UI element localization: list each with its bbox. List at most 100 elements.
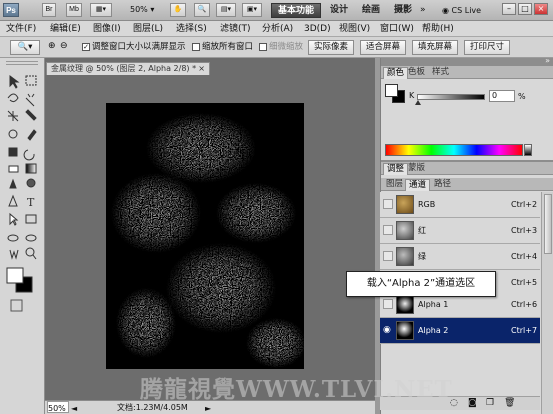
k-value-input[interactable]: 0 [489, 90, 515, 102]
k-value-unit: % [518, 92, 526, 101]
workspace-painting[interactable]: 绘画 [358, 3, 384, 18]
visibility-toggle-icon[interactable] [383, 225, 393, 235]
visibility-toggle-icon[interactable] [383, 251, 393, 261]
hand-tool-icon [9, 249, 19, 260]
channel-shortcut: Ctrl+4 [511, 252, 538, 261]
zoom-level-value: 50% [130, 5, 148, 14]
bridge-button[interactable]: Br [42, 3, 56, 17]
menu-help[interactable]: 帮助(H) [422, 23, 454, 35]
eyedropper-tool-icon [25, 109, 37, 121]
menu-analysis[interactable]: 分析(A) [262, 23, 293, 35]
path-selection-tool-icon [9, 212, 19, 226]
document-tab[interactable]: 金属纹理 @ 50% (图层 2, Alpha 2/8) * × [46, 62, 210, 75]
arrange-documents-button[interactable]: ▤▾ [216, 3, 236, 17]
channel-shortcut: Ctrl+7 [511, 326, 538, 335]
tab-layers[interactable]: 图层 [383, 179, 406, 191]
mini-bridge-button[interactable]: Mb [66, 3, 82, 17]
workspace-design[interactable]: 设计 [326, 3, 352, 18]
workspace-more-icon[interactable]: » [420, 5, 426, 15]
channels-scrollbar[interactable] [541, 192, 553, 414]
menu-edit[interactable]: 编辑(E) [50, 23, 81, 35]
zoom-in-mode-icon[interactable]: ⊕ [48, 41, 56, 51]
collapse-panels-icon[interactable]: » [545, 56, 550, 65]
resize-windows-label: 调整窗口大小以满屏显示 [92, 42, 186, 52]
panel-dock-header[interactable]: » [381, 56, 553, 66]
maximize-icon[interactable]: □ [518, 3, 532, 15]
scrubby-zoom-checkbox[interactable] [259, 43, 267, 51]
tab-paths[interactable]: 路径 [431, 179, 454, 191]
tab-channels[interactable]: 通道 [405, 179, 431, 191]
channels-scrollbar-thumb[interactable] [544, 194, 552, 254]
tool-icons: T [6, 75, 37, 312]
menu-file[interactable]: 文件(F) [6, 23, 36, 35]
document-tab-title: 金属纹理 @ 50% (图层 2, Alpha 2/8) * [51, 64, 197, 73]
adjust-panel-tabs: 调整 蒙版 [381, 162, 553, 175]
zoom-out-mode-icon[interactable]: ⊖ [60, 41, 68, 51]
screen-mode-button[interactable]: ▣▾ [242, 3, 262, 17]
document-tab-close-icon[interactable]: × [198, 63, 205, 75]
tab-swatches[interactable]: 色板 [405, 67, 428, 79]
cs-live-button[interactable]: ◉ CS Live [442, 6, 481, 15]
gradient-tool-icon [25, 163, 37, 174]
move-tool-icon [9, 75, 20, 89]
view-extras-button[interactable]: ▦▾ [90, 3, 112, 17]
channel-name: Alpha 2 [418, 326, 449, 335]
menu-filter[interactable]: 滤镜(T) [220, 23, 251, 35]
clone-stamp-tool-icon [8, 147, 18, 157]
menu-window[interactable]: 窗口(W) [380, 23, 414, 35]
alpha-channel-image[interactable] [106, 103, 304, 369]
zoom-all-checkbox[interactable] [192, 43, 200, 51]
fit-screen-button[interactable]: 适合屏幕 [360, 40, 406, 55]
channel-row-rgb[interactable]: RGB Ctrl+2 [380, 192, 540, 218]
status-scroll-left-icon[interactable]: ◄ [71, 402, 77, 414]
menu-select[interactable]: 选择(S) [176, 23, 207, 35]
zoom-tool-icon [25, 247, 35, 257]
tab-masks[interactable]: 蒙版 [405, 163, 428, 175]
lasso-tool-icon [7, 93, 19, 103]
k-slider-track[interactable] [417, 94, 485, 100]
channel-name: 绿 [418, 252, 426, 261]
toolbox-grip[interactable] [6, 61, 38, 65]
menu-view[interactable]: 视图(V) [339, 23, 370, 35]
eye-icon[interactable]: ◉ [383, 325, 393, 335]
toolbox: T [0, 58, 45, 414]
grayscale-ramp[interactable] [524, 144, 532, 156]
visibility-toggle-icon[interactable] [383, 299, 393, 309]
menu-layer[interactable]: 图层(L) [133, 23, 163, 35]
fill-screen-button[interactable]: 填充屏幕 [412, 40, 458, 55]
minimize-icon[interactable]: – [502, 3, 516, 15]
print-size-button[interactable]: 打印尺寸 [464, 40, 510, 55]
brush-tool-icon [27, 129, 37, 141]
cs-live-icon: ◉ [442, 6, 449, 15]
channel-thumbnail [396, 195, 414, 214]
close-icon[interactable]: × [534, 3, 548, 15]
type-tool-icon: T [27, 196, 35, 209]
3d-orbit-tool-icon [25, 234, 37, 242]
visibility-toggle-icon[interactable] [383, 199, 393, 209]
channel-row-alpha-2[interactable]: ◉ Alpha 2 Ctrl+7 [380, 318, 540, 344]
zoom-level-menu[interactable]: 50% ▾ [130, 5, 154, 14]
save-selection-icon[interactable]: ◙ [468, 398, 477, 408]
workspace-photography[interactable]: 摄影 [390, 3, 416, 18]
resize-windows-checkbox[interactable]: ✓ [82, 43, 90, 51]
magic-wand-tool-icon [25, 93, 35, 107]
scrubby-zoom-label: 细微缩放 [269, 42, 304, 52]
workspace-essentials[interactable]: 基本功能 [271, 3, 321, 18]
status-zoom-field[interactable]: 50% [47, 401, 69, 413]
channel-row-red[interactable]: 红 Ctrl+3 [380, 218, 540, 244]
menu-image[interactable]: 图像(I) [93, 23, 121, 35]
options-bar: 🔍▾ ⊕ ⊖ ✓ 调整窗口大小以满屏显示 缩放所有窗口 细微缩放 实际像素 适合… [0, 37, 553, 58]
color-spectrum-bar[interactable] [385, 144, 523, 156]
new-channel-icon[interactable]: ❐ [486, 398, 494, 408]
hand-tool-button[interactable]: ✋ [170, 3, 186, 17]
zoom-tool-button[interactable]: 🔍 [194, 3, 210, 17]
delete-channel-icon[interactable]: 🗑 [504, 398, 515, 408]
tool-preset-picker[interactable]: 🔍▾ [10, 40, 40, 55]
actual-pixels-button[interactable]: 实际像素 [308, 40, 354, 55]
menu-3d[interactable]: 3D(D) [304, 23, 331, 35]
healing-brush-tool-icon [8, 129, 18, 139]
k-slider-handle[interactable] [415, 100, 421, 105]
tab-styles[interactable]: 样式 [429, 67, 452, 79]
channel-row-green[interactable]: 绿 Ctrl+4 [380, 244, 540, 270]
menu-bar: 文件(F) 编辑(E) 图像(I) 图层(L) 选择(S) 滤镜(T) 分析(A… [0, 21, 553, 37]
